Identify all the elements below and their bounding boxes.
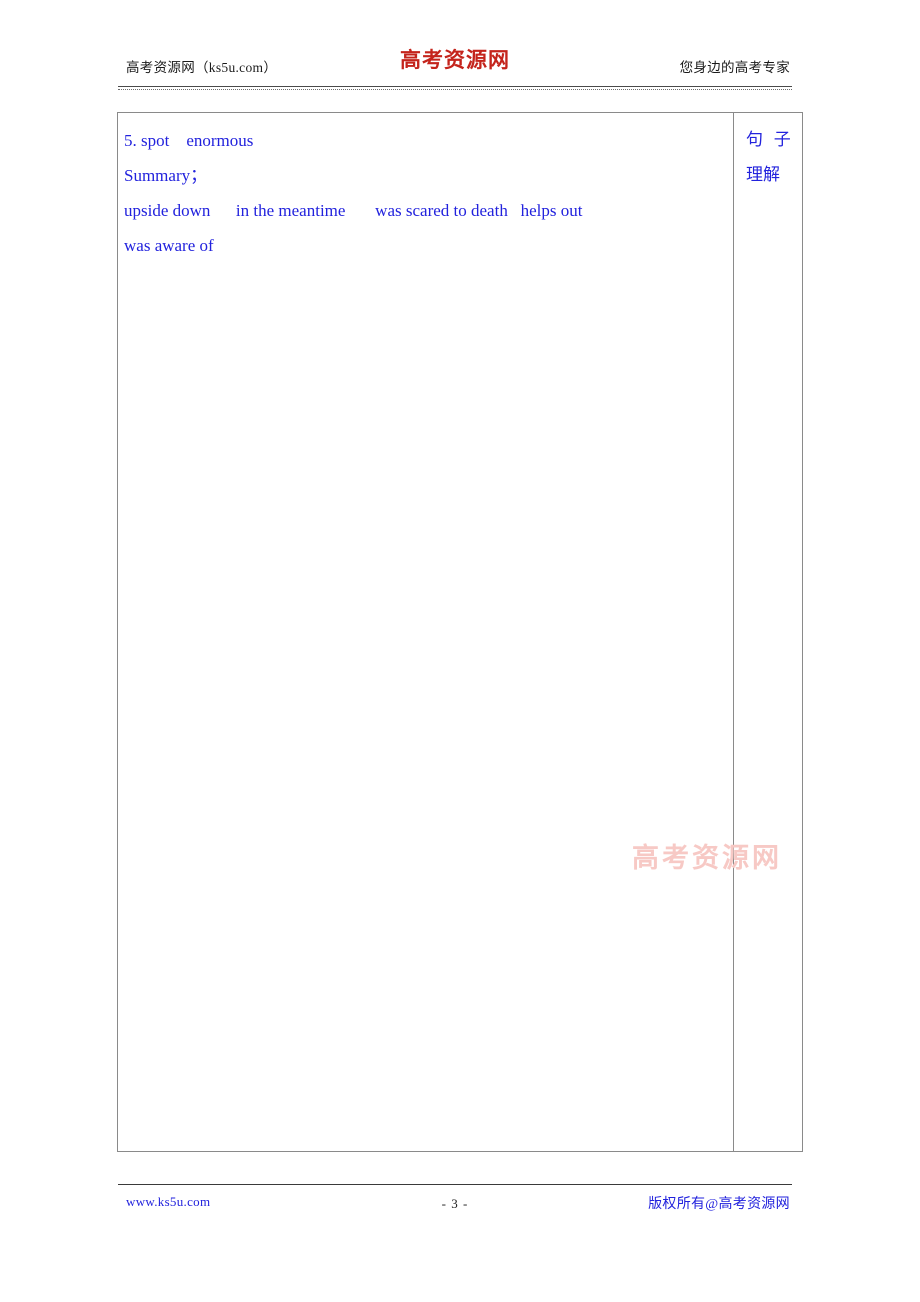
header-right-slogan: 您身边的高考专家 — [679, 60, 790, 75]
content-line: 5. spot enormous — [124, 131, 254, 150]
content-line: upside down in the meantime was scared t… — [124, 201, 583, 220]
content-line: was aware of — [124, 236, 214, 255]
footer-divider-line — [118, 1184, 792, 1185]
header-divider-line-secondary — [118, 89, 792, 90]
table-cell-main-content: 5. spot enormous Summary； upside down in… — [118, 113, 734, 1151]
header-divider-line — [118, 86, 792, 87]
page-footer: www.ks5u.com - 3 - 版权所有@高考资源网 — [118, 1190, 792, 1216]
side-label-line: 理解 — [746, 165, 780, 185]
page-header: 高考资源网（ks5u.com） 高考资源网 您身边的高考专家 — [118, 44, 792, 88]
document-page: 高考资源网（ks5u.com） 高考资源网 您身边的高考专家 5. spot e… — [0, 0, 920, 1302]
footer-copyright: 版权所有@高考资源网 — [648, 1197, 790, 1212]
content-table: 5. spot enormous Summary； upside down in… — [117, 112, 803, 1152]
side-label-line: 句 子 — [746, 130, 791, 150]
table-cell-side-label: 句 子 理解 — [734, 113, 802, 1151]
content-line: Summary； — [124, 166, 208, 185]
